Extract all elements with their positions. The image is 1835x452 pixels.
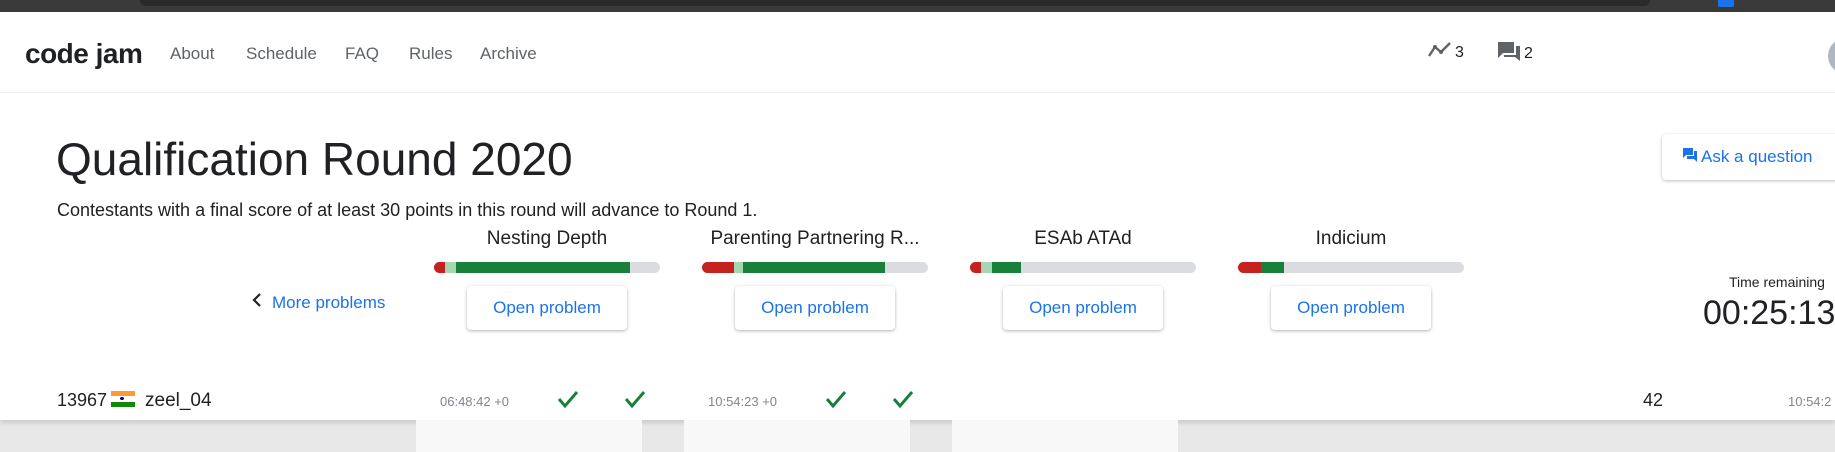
india-flag-icon: [111, 391, 135, 407]
nav-schedule[interactable]: Schedule: [246, 44, 317, 64]
problem-progress-bar: [970, 262, 1196, 273]
open-problem-button[interactable]: Open problem: [1271, 286, 1431, 330]
problem-progress-bar: [1238, 262, 1464, 273]
nav-faq[interactable]: FAQ: [345, 44, 379, 64]
chat-button[interactable]: 2: [1496, 40, 1533, 67]
round-description: Contestants with a final score of at lea…: [57, 200, 758, 220]
chevron-left-icon: [252, 292, 262, 313]
check-icon: [622, 386, 648, 412]
progress-correct: [992, 262, 1021, 273]
open-problem-button[interactable]: Open problem: [735, 286, 895, 330]
problem-name: ESAb ATAd: [1034, 228, 1132, 249]
problem-column-3: ESAb ATAd Open problem: [970, 228, 1196, 330]
problem-name: Nesting Depth: [486, 228, 608, 249]
stats-count: 3: [1455, 43, 1464, 61]
problem-progress-bar: [702, 262, 928, 273]
chat-icon: [1682, 147, 1698, 168]
browser-strip: [0, 0, 1835, 12]
rank: 13967: [57, 390, 108, 410]
problem-name: Parenting Partnering R...: [710, 228, 920, 249]
progress-partial: [981, 262, 992, 273]
problem-1-time: 06:48:42 +0: [440, 394, 510, 409]
time-remaining-label: Time remaining: [1729, 274, 1825, 290]
table-column-background: [684, 420, 910, 452]
more-problems-label: More problems: [272, 292, 386, 312]
check-icon: [890, 386, 916, 412]
ask-question-button[interactable]: Ask a question: [1662, 134, 1835, 180]
table-row[interactable]: 13967 zeel_04 06:48:42 +0 10:54:23 +0 42…: [0, 374, 1835, 420]
progress-incorrect: [1238, 262, 1261, 273]
table-column-background: [952, 420, 1178, 452]
check-icon: [823, 386, 849, 412]
table-column-background: [416, 420, 642, 452]
stats-icon: [1427, 40, 1453, 65]
open-problem-button[interactable]: Open problem: [1003, 286, 1163, 330]
chat-icon: [1496, 40, 1522, 67]
problem-progress-bar: [434, 262, 660, 273]
progress-incorrect: [434, 262, 445, 273]
problem-2-time: 10:54:23 +0: [708, 394, 778, 409]
problem-column-4: Indicium Open problem: [1238, 228, 1464, 330]
chat-count: 2: [1524, 44, 1533, 62]
open-problem-button[interactable]: Open problem: [467, 286, 627, 330]
top-nav: code jam About Schedule FAQ Rules Archiv…: [0, 12, 1835, 93]
total-score: 42: [1643, 390, 1664, 410]
nav-rules[interactable]: Rules: [409, 44, 452, 64]
progress-correct: [456, 262, 630, 273]
nav-archive[interactable]: Archive: [480, 44, 537, 64]
progress-correct: [1261, 262, 1284, 273]
page-title: Qualification Round 2020: [56, 133, 573, 185]
stats-button[interactable]: 3: [1427, 40, 1464, 65]
progress-correct: [743, 262, 885, 273]
time-remaining-value: 00:25:13: [1703, 294, 1835, 332]
progress-partial: [445, 262, 456, 273]
penalty-time: 10:54:2: [1788, 394, 1832, 409]
progress-partial: [734, 262, 743, 273]
nav-about[interactable]: About: [170, 44, 214, 64]
check-icon: [555, 386, 581, 412]
username[interactable]: zeel_04: [145, 390, 212, 412]
problem-column-1: Nesting Depth Open problem: [434, 228, 660, 330]
browser-extension-icon[interactable]: [1718, 0, 1734, 7]
progress-incorrect: [970, 262, 981, 273]
ask-question-label: Ask a question: [1701, 147, 1813, 166]
problem-column-2: Parenting Partnering R... Open problem: [702, 228, 928, 330]
page: code jam About Schedule FAQ Rules Archiv…: [0, 12, 1835, 420]
avatar[interactable]: [1828, 38, 1835, 74]
more-problems-button[interactable]: More problems: [252, 292, 385, 313]
problem-name: Indicium: [1315, 228, 1387, 249]
browser-tab-bar: [140, 0, 1650, 6]
progress-incorrect: [702, 262, 734, 273]
logo[interactable]: code jam: [25, 38, 143, 70]
